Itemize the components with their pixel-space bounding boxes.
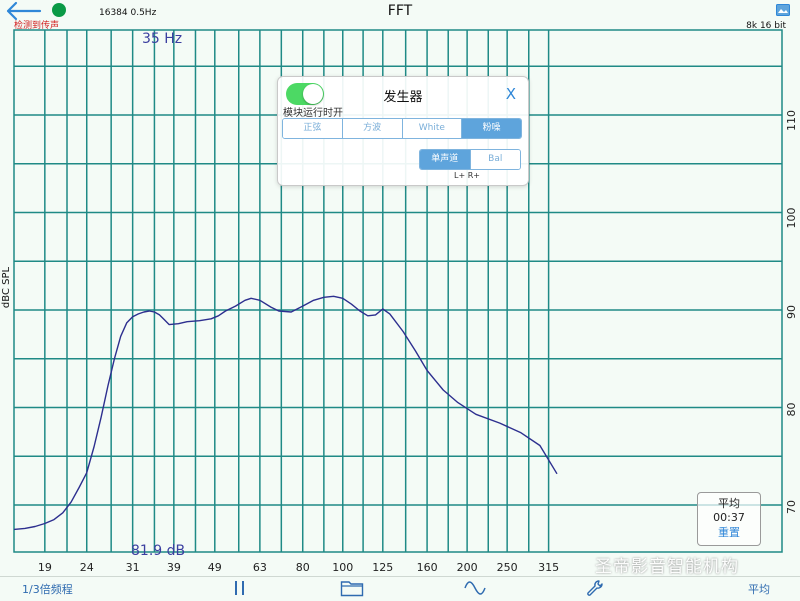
y-axis-label: dBC SPL: [1, 266, 13, 309]
average-button[interactable]: 平均: [748, 581, 770, 597]
lr-channel-label: L+ R+: [454, 171, 480, 180]
y-tick-label: 100: [785, 208, 798, 229]
bottom-toolbar: 1/3倍频程 平均: [0, 576, 800, 601]
x-tick-label: 315: [538, 561, 559, 574]
x-tick-label: 39: [167, 561, 181, 574]
x-tick-label: 19: [38, 561, 52, 574]
y-tick-label: 80: [785, 403, 798, 417]
watermark: 圣帝影音智能机构: [595, 557, 739, 577]
folder-icon[interactable]: [340, 579, 364, 597]
level-readout: 81.9 dB: [131, 543, 186, 559]
toggle-caption: 模块运行时开: [283, 108, 343, 119]
waveform-option-square[interactable]: 方波: [342, 119, 403, 138]
channel-segmented-control: 单声道 Bal: [419, 149, 521, 170]
close-button[interactable]: X: [506, 85, 516, 103]
waveform-option-white-noise[interactable]: White: [402, 119, 463, 138]
average-box: 平均 00:37 重置: [697, 492, 761, 546]
channel-option-balanced[interactable]: Bal: [470, 150, 520, 169]
x-tick-label: 125: [372, 561, 393, 574]
waveform-option-pink-noise[interactable]: 粉噪: [462, 119, 521, 138]
octave-button[interactable]: 1/3倍频程: [22, 581, 73, 597]
sine-wave-icon[interactable]: [463, 579, 487, 597]
generator-title: 发生器: [383, 90, 423, 105]
waveform-segmented-control: 正弦 方波 White 粉噪: [282, 118, 522, 139]
x-tick-label: 49: [208, 561, 222, 574]
x-tick-label: 160: [417, 561, 438, 574]
x-tick-label: 200: [457, 561, 478, 574]
x-tick-label: 80: [296, 561, 310, 574]
x-tick-label: 63: [253, 561, 267, 574]
y-tick-label: 90: [785, 305, 798, 319]
y-tick-label: 70: [785, 500, 798, 514]
x-tick-label: 31: [126, 561, 140, 574]
average-timer: 00:37: [713, 511, 745, 524]
y-tick-label: 110: [785, 110, 798, 131]
x-tick-label: 24: [80, 561, 94, 574]
x-tick-label: 250: [497, 561, 518, 574]
average-title: 平均: [718, 497, 740, 510]
pause-icon[interactable]: [232, 579, 248, 597]
frequency-readout: 35 Hz: [142, 31, 183, 47]
waveform-option-sine[interactable]: 正弦: [283, 119, 343, 138]
channel-option-mono[interactable]: 单声道: [420, 150, 471, 169]
reset-button[interactable]: 重置: [698, 524, 760, 540]
spectrum-curve: [13, 295, 558, 531]
wrench-icon[interactable]: [585, 579, 605, 599]
generator-panel: 模块运行时开 发生器 X 正弦 方波 White 粉噪 单声道 Bal L+ R…: [277, 76, 529, 186]
x-tick-label: 100: [332, 561, 353, 574]
